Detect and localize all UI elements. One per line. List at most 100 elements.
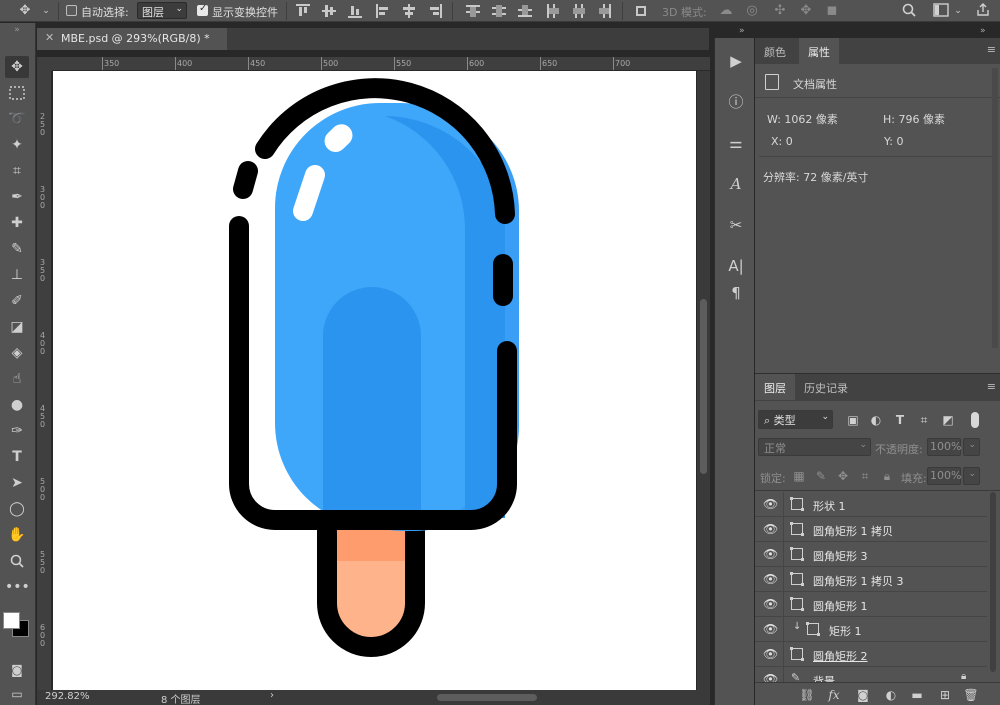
properties-scrollbar[interactable] — [992, 68, 998, 348]
vertical-scroll-thumb[interactable] — [700, 299, 707, 474]
roll-3d-icon[interactable]: ◎ — [744, 3, 760, 19]
blend-mode-dropdown[interactable]: 正常 ⌄ — [758, 438, 871, 456]
status-menu-chevron-icon[interactable]: › — [270, 690, 274, 701]
dodge-tool-icon[interactable]: ● — [5, 394, 29, 416]
workspace-chevron-icon[interactable]: ⌄ — [950, 3, 966, 19]
distribute-bottom-icon[interactable] — [518, 4, 532, 18]
distribute-hcenter-icon[interactable] — [572, 4, 586, 18]
panel-menu-icon[interactable]: ≡ — [987, 43, 996, 56]
opacity-input[interactable]: 100% — [927, 438, 961, 456]
layer-row[interactable]: 👁︎ 形状 1 — [755, 492, 987, 517]
distribute-top-icon[interactable] — [466, 4, 480, 18]
delete-layer-icon[interactable]: 🗑︎ — [963, 687, 979, 703]
workspace-icon[interactable] — [933, 3, 949, 19]
crop-tool-icon[interactable]: ⌗ — [5, 160, 29, 182]
align-right-icon[interactable] — [428, 4, 442, 18]
fill-input[interactable]: 100% — [927, 467, 961, 485]
filter-shape-icon[interactable]: ⌗ — [916, 412, 932, 428]
info-icon[interactable]: ⓘ — [725, 91, 747, 113]
layer-row[interactable]: 👁︎ 圆角矩形 1 — [755, 592, 987, 617]
eye-icon[interactable]: 👁︎ — [763, 497, 778, 511]
add-mask-icon[interactable]: ◙ — [855, 687, 871, 703]
eye-icon[interactable]: 👁︎ — [763, 647, 778, 661]
lock-artboard-icon[interactable]: ⌗ — [857, 468, 873, 484]
show-transform-checkbox[interactable] — [197, 3, 208, 16]
opacity-slider-button[interactable]: ⌄ — [963, 438, 980, 456]
layer-filter-dropdown[interactable]: ⌕ 类型 ⌄ — [758, 410, 833, 429]
lock-transparent-icon[interactable]: ▦ — [791, 468, 807, 484]
vertical-scrollbar[interactable] — [697, 71, 710, 690]
eye-icon[interactable]: 👁︎ — [763, 547, 778, 561]
character-icon[interactable]: A| — [725, 255, 747, 277]
share-icon[interactable] — [975, 3, 991, 19]
collapse-icons-chevron-icon[interactable]: » — [739, 26, 745, 36]
lock-pixels-icon[interactable]: ✎ — [813, 468, 829, 484]
auto-select-checkbox[interactable] — [66, 5, 77, 16]
ellipse-tool-icon[interactable]: ◯ — [5, 498, 29, 520]
panel-menu-icon[interactable]: ≡ — [987, 380, 996, 393]
type-tool-icon[interactable]: T — [5, 446, 29, 468]
layer-row[interactable]: 👁︎ 圆角矩形 3 — [755, 542, 987, 567]
horizontal-scroll-thumb[interactable] — [437, 694, 537, 701]
adjustments-sliders-icon[interactable]: ⚌ — [725, 132, 747, 154]
collapse-chevron-icon[interactable]: » — [5, 25, 29, 35]
layers-scrollbar[interactable] — [990, 492, 996, 672]
lasso-tool-icon[interactable]: ➰ — [5, 108, 29, 130]
orbit-3d-icon[interactable]: ☁ — [718, 3, 734, 19]
clone-stamp-tool-icon[interactable]: ⊥ — [5, 264, 29, 286]
filter-type-icon[interactable]: T — [892, 412, 908, 428]
eye-icon[interactable]: 👁︎ — [763, 597, 778, 611]
fx-icon[interactable]: fx — [826, 687, 842, 703]
paint-bucket-tool-icon[interactable]: ◈ — [5, 342, 29, 364]
hand-tool-icon[interactable]: ✋ — [5, 524, 29, 546]
quick-mask-icon[interactable]: ◙ — [5, 659, 29, 681]
pen-tool-icon[interactable]: ✑ — [5, 420, 29, 442]
brush-tool-icon[interactable]: ✎ — [5, 238, 29, 260]
pan-3d-icon[interactable]: ✣ — [772, 3, 788, 19]
tool-preset-chevron-icon[interactable]: ⌄ — [38, 3, 54, 19]
fill-slider-button[interactable]: ⌄ — [963, 467, 980, 485]
zoom-level[interactable]: 292.82% — [45, 691, 90, 702]
eyedropper-tool-icon[interactable]: ✒ — [5, 186, 29, 208]
eye-icon[interactable]: 👁︎ — [763, 522, 778, 536]
align-top-icon[interactable] — [296, 4, 310, 18]
lock-position-icon[interactable]: ✥ — [835, 468, 851, 484]
distribute-right-icon[interactable] — [598, 4, 612, 18]
path-selection-tool-icon[interactable]: ➤ — [5, 472, 29, 494]
glyphs-icon[interactable]: A — [725, 173, 747, 195]
magic-wand-tool-icon[interactable]: ✦ — [5, 134, 29, 156]
filter-smart-object-icon[interactable]: ◩ — [940, 412, 956, 428]
history-brush-tool-icon[interactable]: ✐ — [5, 290, 29, 312]
tool-presets-icon[interactable]: ✂ — [725, 214, 747, 236]
link-layers-icon[interactable]: ⛓ — [799, 687, 815, 703]
layer-row[interactable]: 👁︎ 圆角矩形 2 — [755, 642, 987, 667]
horizontal-ruler[interactable]: 350 400 450 500 550 600 650 700 — [52, 57, 710, 71]
align-vcenter-icon[interactable] — [322, 4, 336, 18]
layer-row[interactable]: 👁︎ 圆角矩形 1 拷贝 3 — [755, 567, 987, 592]
play-actions-icon[interactable]: ▶ — [725, 50, 747, 72]
move-tool-icon[interactable]: ✥ — [17, 3, 33, 19]
zoom-tool-icon[interactable] — [5, 550, 29, 572]
marquee-tool-icon[interactable] — [5, 82, 29, 104]
search-icon[interactable] — [901, 3, 917, 19]
foreground-color-swatch[interactable] — [3, 612, 20, 629]
more-tools-icon[interactable]: ••• — [5, 576, 30, 598]
document-tab[interactable]: ✕ MBE.psd @ 293%(RGB/8) * — [37, 28, 227, 50]
document-canvas[interactable] — [53, 71, 696, 690]
tab-layers[interactable]: 图层 — [755, 374, 795, 400]
filter-adjustment-icon[interactable]: ◐ — [868, 412, 884, 428]
smudge-tool-icon[interactable]: ☝ — [5, 368, 29, 390]
vertical-ruler[interactable]: 250 300 350 400 450 500 550 600 — [37, 71, 52, 690]
eye-icon[interactable]: 👁︎ — [763, 622, 778, 636]
close-tab-icon[interactable]: ✕ — [45, 31, 54, 44]
filter-pixel-icon[interactable]: ▣ — [845, 412, 861, 428]
eraser-tool-icon[interactable]: ◪ — [5, 316, 29, 338]
screen-mode-icon[interactable]: ▭ — [5, 683, 29, 705]
collapse-panel-chevron-icon[interactable]: » — [980, 26, 986, 36]
paragraph-icon[interactable]: ¶ — [725, 282, 747, 304]
new-group-icon[interactable]: ▬ — [909, 687, 925, 703]
move-tool-icon[interactable]: ✥ — [5, 56, 29, 78]
distribute-left-icon[interactable] — [546, 4, 560, 18]
tab-history[interactable]: 历史记录 — [795, 374, 857, 400]
eye-icon[interactable]: 👁︎ — [763, 572, 778, 586]
